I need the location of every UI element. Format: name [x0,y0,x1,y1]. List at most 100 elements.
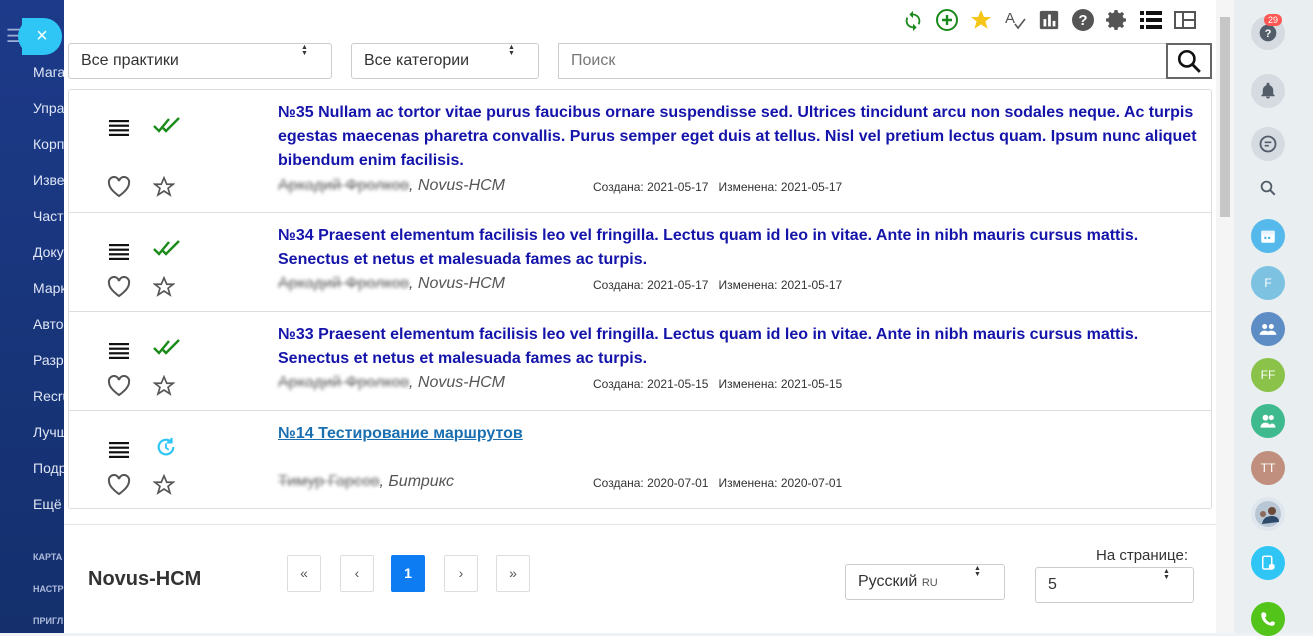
grid-view-icon[interactable] [1168,6,1202,34]
pagination-page[interactable]: 1 [391,555,425,592]
list-view-icon[interactable] [1134,6,1168,34]
add-icon[interactable] [930,6,964,34]
search-button[interactable] [1166,43,1212,79]
item-title-link[interactable]: №14 Тестирование маршрутов [278,422,1198,446]
avatar[interactable]: TT [1251,451,1285,485]
settings-icon[interactable] [1100,6,1134,34]
notifications-button[interactable] [1251,74,1285,108]
call-button[interactable] [1251,602,1285,636]
nav-item[interactable]: Корп [33,136,64,152]
author-name[interactable]: Тимур Гарсов [278,473,380,491]
nav-item[interactable]: Разр [33,352,64,368]
menu-lines-icon[interactable] [109,343,129,359]
author-name[interactable]: Аркадий Фролков [278,374,409,392]
toolbar: A ? [896,6,1202,34]
nav-item[interactable]: Част [33,208,64,224]
chat-button[interactable] [1251,127,1285,161]
calendar-button[interactable] [1251,219,1285,253]
users-button[interactable] [1251,404,1285,438]
close-button[interactable]: × [18,18,62,55]
filters-bar: Все практики ▲▼ Все категории ▲▼ Поиск [68,43,1216,81]
item-author-line: Аркадий Фролков, Novus-HCM [278,275,505,293]
nav-item[interactable]: Изве [33,172,64,188]
nav-item[interactable]: Мага [33,64,64,80]
menu-lines-icon[interactable] [109,244,129,260]
avatar[interactable]: F [1251,266,1285,300]
nav-item[interactable]: Доку [33,244,64,260]
nav-item[interactable]: Recru [33,388,64,404]
practices-select-value: Все практики [81,52,179,69]
author-name[interactable]: Аркадий Фролков [278,177,409,195]
nav-item[interactable]: Авто [33,316,64,332]
users-icon [1260,414,1276,428]
spellcheck-icon[interactable]: A [998,6,1032,34]
heart-icon[interactable] [107,176,131,198]
refresh-icon[interactable] [896,6,930,34]
pagination-first[interactable]: « [287,555,321,592]
per-page-select[interactable]: 5 ▲▼ [1035,567,1194,603]
item-title-link[interactable]: №34 Praesent elementum facilisis leo vel… [278,224,1198,272]
nav-small-label[interactable]: НАСТР [33,584,64,594]
pagination-prev[interactable]: ‹ [340,555,374,592]
company-name: , Битрикс [379,473,455,490]
help-icon[interactable]: ? [1066,6,1100,34]
star-outline-icon[interactable] [153,276,175,298]
pagination-last[interactable]: » [496,555,530,592]
heart-icon[interactable] [107,276,131,298]
star-outline-icon[interactable] [153,176,175,198]
list-item[interactable]: №35 Nullam ac tortor vitae purus faucibu… [69,90,1211,213]
menu-lines-icon[interactable] [109,442,129,458]
item-title-link[interactable]: №35 Nullam ac tortor vitae purus faucibu… [278,101,1198,173]
per-page-value: 5 [1048,576,1057,593]
group-chat-button[interactable] [1251,312,1285,346]
pagination-next[interactable]: › [444,555,478,592]
company-name: , Novus-HCM [409,177,506,194]
avatar[interactable]: FF [1251,358,1285,392]
created-date: Создана: 2021-05-17 [593,180,709,194]
updown-arrow-icon: ▲▼ [508,44,515,56]
document-button[interactable] [1251,546,1285,580]
star-icon[interactable] [964,6,998,34]
double-check-icon [153,240,180,256]
company-name: , Novus-HCM [409,374,506,391]
report-icon[interactable] [1032,6,1066,34]
search-button-panel[interactable] [1251,171,1285,205]
nav-item[interactable]: Лучш [33,424,64,440]
nav-item-more[interactable]: Ещё [33,496,62,512]
nav-item[interactable]: Марк [33,280,64,296]
created-date: Создана: 2020-07-01 [593,476,709,490]
created-date: Создана: 2021-05-17 [593,278,709,292]
item-title-link[interactable]: №33 Praesent elementum facilisis leo vel… [278,323,1198,371]
search-input[interactable]: Поиск [558,43,1166,79]
categories-select[interactable]: Все категории ▲▼ [351,43,539,79]
photo-icon [1255,501,1281,527]
list-item[interactable]: №34 Praesent elementum facilisis leo vel… [69,213,1211,312]
item-author-line: Аркадий Фролков, Novus-HCM [278,177,505,195]
heart-icon[interactable] [107,474,131,496]
item-dates: Создана: 2020-07-01 Изменена: 2020-07-01 [593,476,842,490]
star-outline-icon[interactable] [153,375,175,397]
list-item[interactable]: №33 Praesent elementum facilisis leo vel… [69,312,1211,411]
categories-select-value: Все категории [364,52,470,69]
user-photo-avatar[interactable] [1251,497,1285,531]
nav-item[interactable]: Подр [33,460,64,476]
nav-small-label[interactable]: КАРТА [33,552,62,562]
svg-text:A: A [1005,10,1015,27]
modified-date: Изменена: 2021-05-17 [718,278,843,292]
star-outline-icon[interactable] [153,474,175,496]
list-item[interactable]: №14 Тестирование маршрутов Тимур Гарсов,… [69,411,1211,509]
per-page-label: На странице: [1096,547,1188,564]
heart-icon[interactable] [107,375,131,397]
nav-item[interactable]: Упра [33,100,64,116]
calendar-icon [1261,230,1275,243]
menu-lines-icon[interactable] [109,120,129,136]
item-dates: Создана: 2021-05-15 Изменена: 2021-05-15 [593,377,842,391]
created-date: Создана: 2021-05-15 [593,377,709,391]
language-select[interactable]: Русский RU ▲▼ [845,564,1005,600]
nav-small-label[interactable]: ПРИГЛ [33,616,63,626]
updown-arrow-icon: ▲▼ [974,565,981,577]
practices-select[interactable]: Все практики ▲▼ [68,43,332,79]
scrollbar[interactable] [1216,0,1234,633]
scrollbar-thumb[interactable] [1220,17,1230,217]
author-name[interactable]: Аркадий Фролков [278,275,409,293]
